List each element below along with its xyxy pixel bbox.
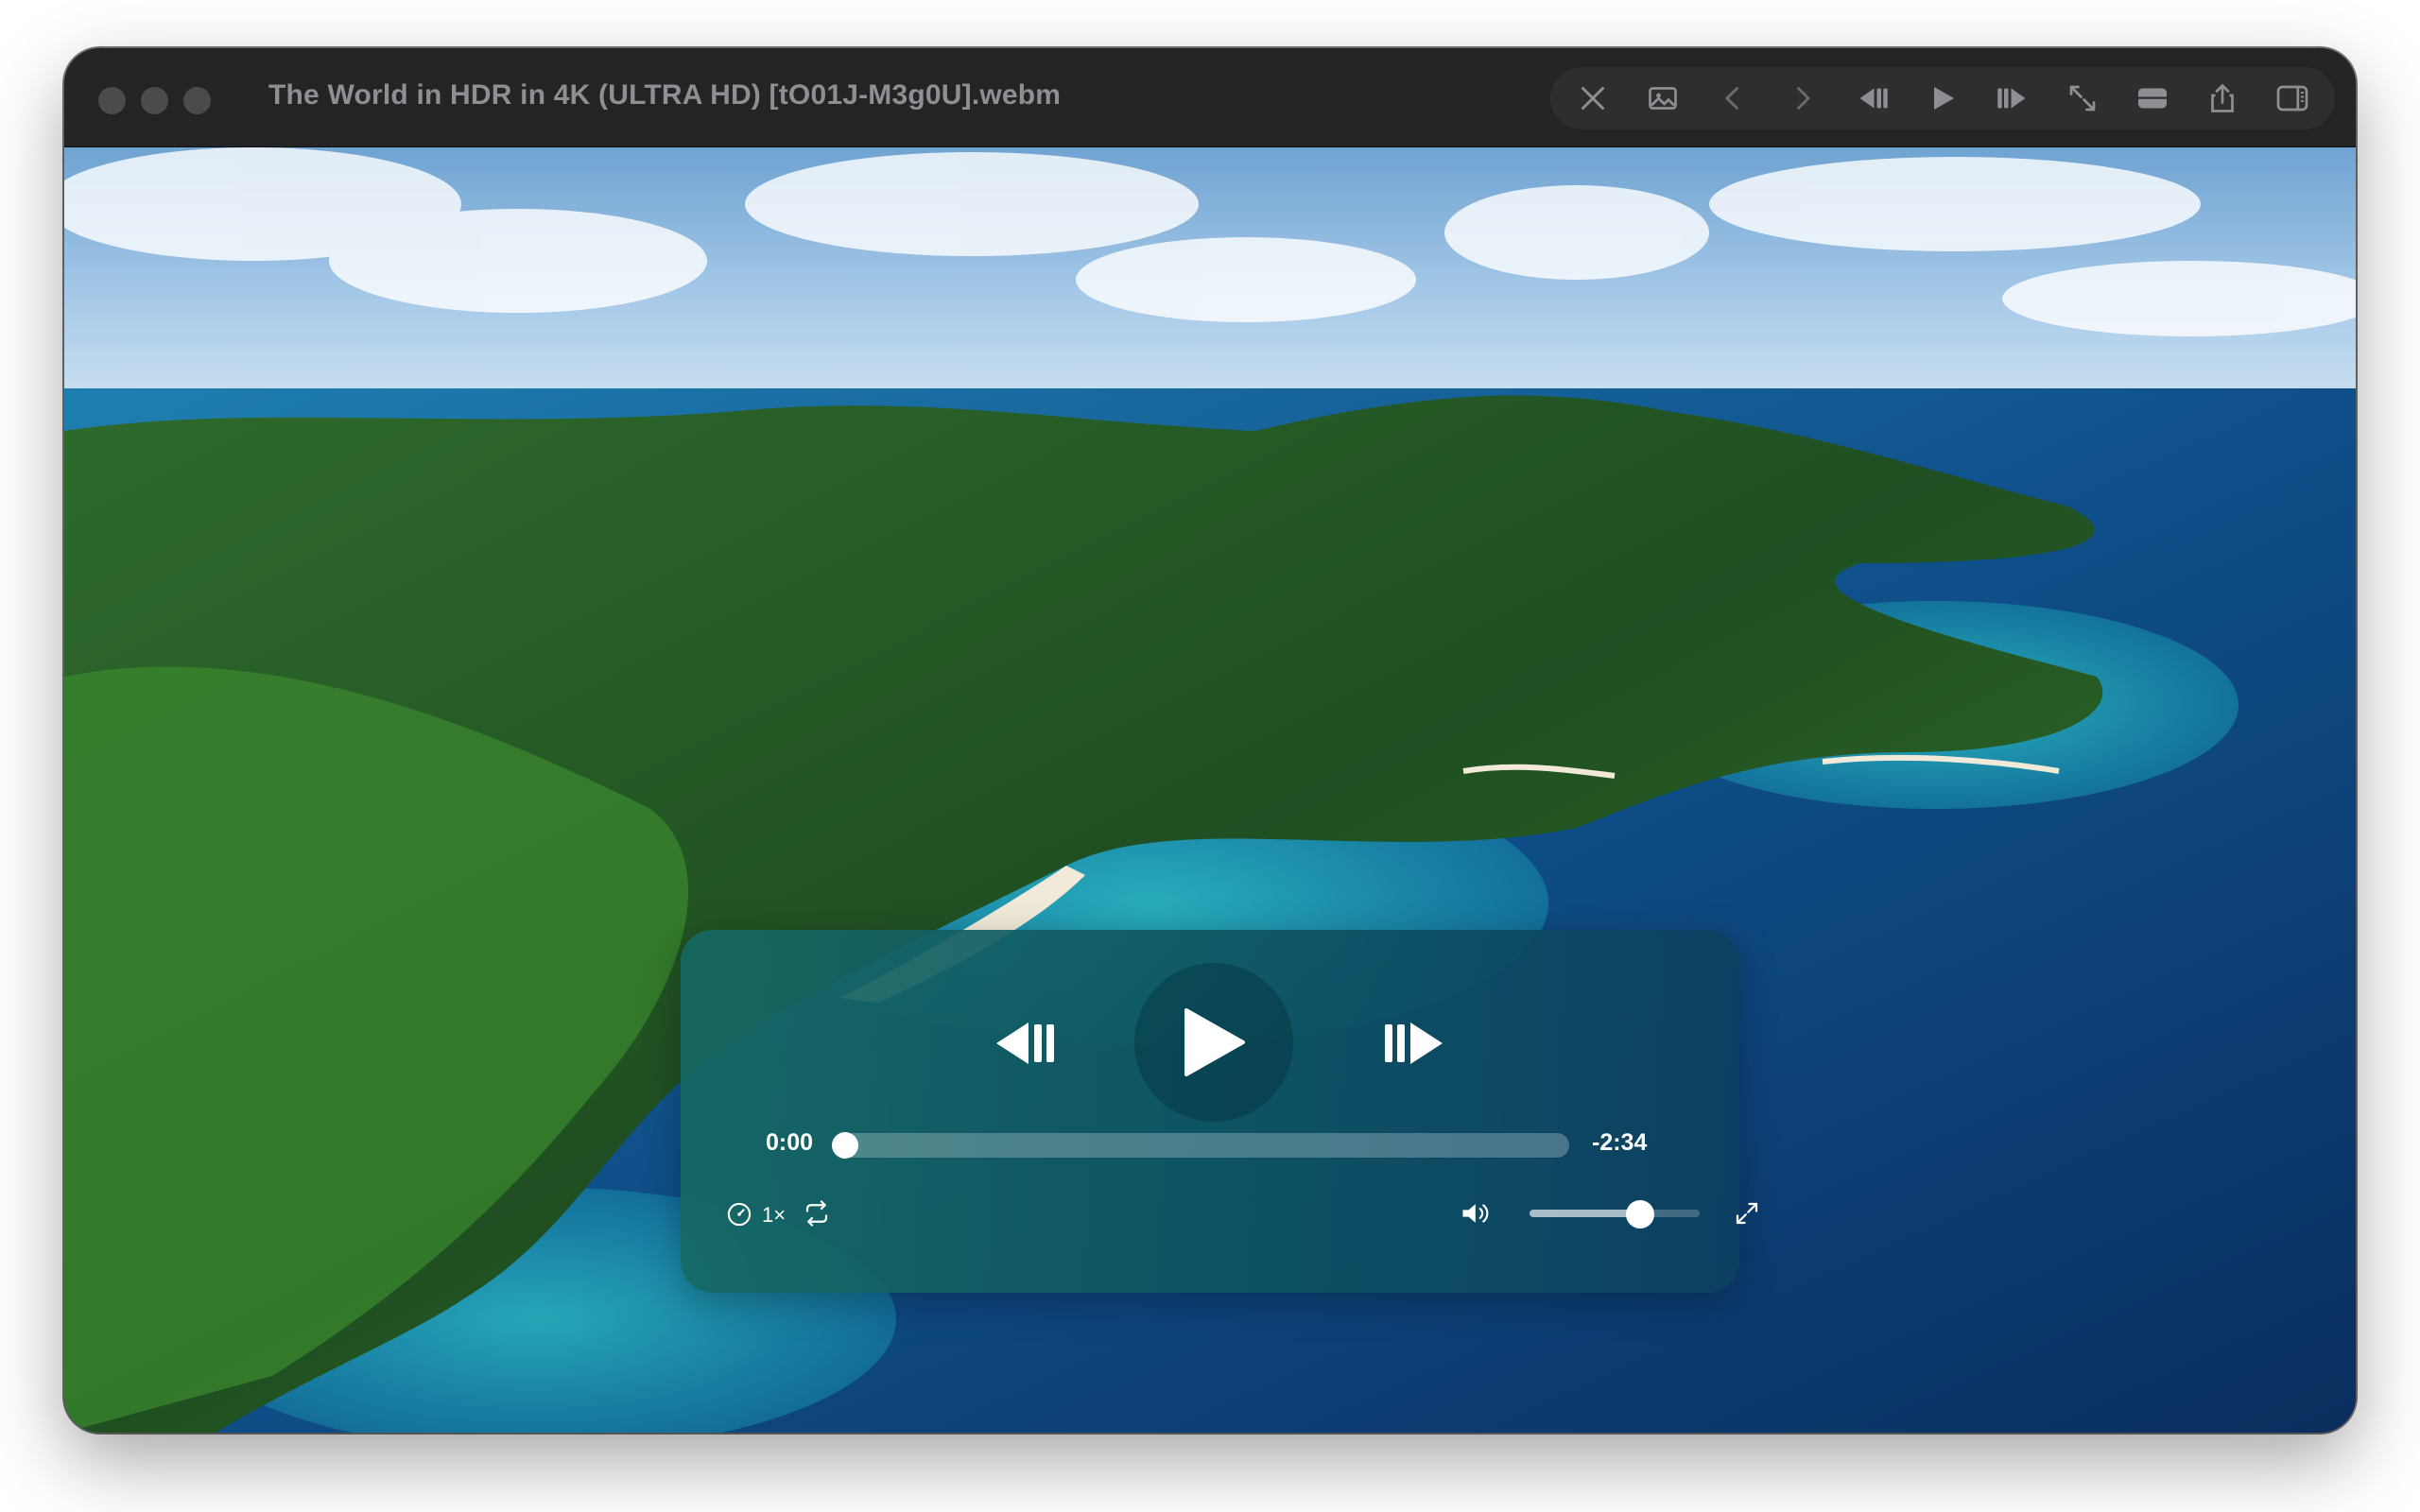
resize-icon: [2069, 85, 2096, 112]
close-window-button[interactable]: [98, 87, 126, 114]
snapshot-button[interactable]: [1634, 70, 1691, 127]
player-window: The World in HDR in 4K (ULTRA HD) [tO01J…: [64, 48, 2356, 1433]
chevron-left-icon: [1724, 87, 1738, 110]
skip-forward-icon: [1997, 88, 2026, 109]
zoom-window-button[interactable]: [183, 87, 211, 114]
close-icon: [1582, 87, 1604, 110]
skip-back-icon: [996, 1022, 1054, 1064]
toolbar-skip-forward-button[interactable]: [1984, 70, 2041, 127]
speaker-icon: [1462, 1204, 1489, 1223]
minimize-window-button[interactable]: [141, 87, 168, 114]
volume-slider[interactable]: [1530, 1200, 1700, 1228]
expand-icon: [1736, 1202, 1758, 1225]
share-icon: [2211, 83, 2234, 112]
title-bar: The World in HDR in 4K (ULTRA HD) [tO01J…: [64, 48, 2356, 147]
speedometer-icon: [727, 1202, 752, 1227]
panel-bottom-icon: [2138, 88, 2167, 109]
loop-button[interactable]: [798, 1196, 836, 1230]
window-title: The World in HDR in 4K (ULTRA HD) [tO01J…: [268, 79, 1062, 111]
resize-button[interactable]: [2054, 70, 2111, 127]
playback-speed-label[interactable]: 1×: [762, 1203, 786, 1228]
current-time: 0:00: [766, 1129, 814, 1156]
mute-button[interactable]: [1458, 1196, 1495, 1230]
next-file-button[interactable]: [1774, 70, 1831, 127]
playback-controls-hud: 0:00 -2:34 1×: [681, 930, 1758, 1293]
skip-forward-icon: [1385, 1022, 1443, 1064]
image-icon: [1649, 87, 1677, 110]
toolbar-play-button[interactable]: [1914, 70, 1971, 127]
play-icon: [1934, 87, 1954, 110]
video-frame[interactable]: 0:00 -2:34 1×: [64, 147, 2356, 1433]
skip-forward-button[interactable]: [1361, 996, 1465, 1091]
play-icon: [1184, 1008, 1245, 1076]
toolbar-skip-back-button[interactable]: [1844, 70, 1901, 127]
volume-knob[interactable]: [1626, 1200, 1654, 1228]
skip-back-button[interactable]: [974, 996, 1078, 1091]
remaining-time: -2:34: [1592, 1129, 1648, 1156]
controls-panel-button[interactable]: [2124, 70, 2181, 127]
progress-knob[interactable]: [832, 1132, 858, 1159]
progress-bar[interactable]: [832, 1132, 1569, 1159]
playback-speed-button[interactable]: [724, 1199, 754, 1229]
chevron-right-icon: [1797, 87, 1811, 110]
play-button[interactable]: [1134, 963, 1293, 1122]
sidebar-button[interactable]: [2264, 70, 2321, 127]
close-file-button[interactable]: [1564, 70, 1621, 127]
window-controls: [98, 87, 211, 114]
sidebar-icon: [2276, 85, 2308, 112]
toolbar: [1550, 67, 2335, 129]
volume-level: [1530, 1210, 1640, 1217]
previous-file-button[interactable]: [1704, 70, 1761, 127]
fullscreen-button[interactable]: [1728, 1194, 1766, 1232]
skip-back-icon: [1859, 88, 1888, 109]
share-button[interactable]: [2194, 70, 2251, 127]
repeat-icon: [805, 1200, 828, 1227]
